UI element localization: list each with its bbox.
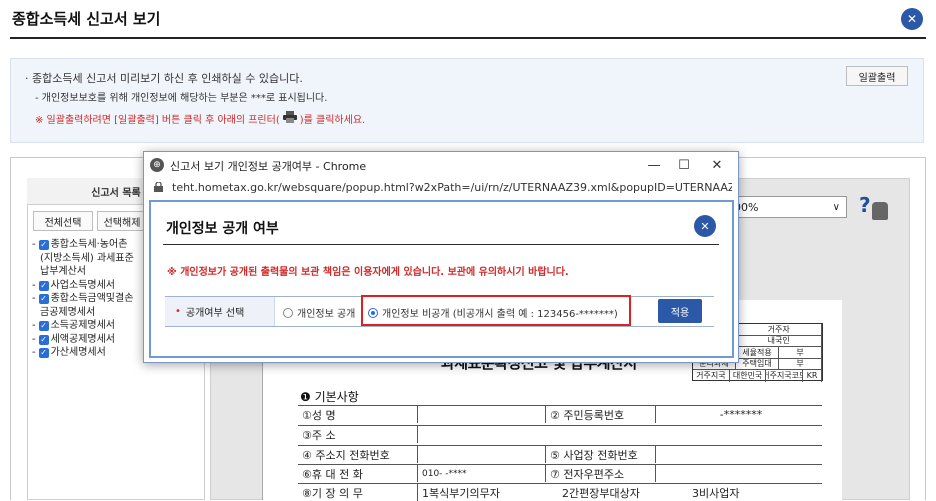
tree-item[interactable]: - ✓ 세액공제명세서 xyxy=(32,333,152,347)
form-label: ③주 소 xyxy=(298,426,418,443)
form-label: ⑧기 장 의 무 xyxy=(298,484,418,501)
form-row: ③주 소 xyxy=(298,425,822,443)
form-row: ⑥휴 대 전 화 010- -**** ⑦ 전자우편주소 xyxy=(298,464,822,482)
section-title: ❶ 기본사항 xyxy=(300,390,359,404)
popup-window-title: 신고서 보기 개인정보 공개여부 - Chrome xyxy=(170,160,367,173)
form-value xyxy=(418,406,546,423)
form-value xyxy=(418,426,822,443)
required-icon: • xyxy=(175,306,181,317)
close-icon[interactable]: ✕ xyxy=(901,8,923,30)
minimize-icon[interactable]: — xyxy=(644,155,664,175)
tree-item-continuation: 납부계산서 xyxy=(40,266,86,277)
maximize-icon[interactable]: ☐ xyxy=(674,155,694,175)
form-row: ⑧기 장 의 무 1복식부기의무자 2간편장부대상자 3비사업자 xyxy=(298,483,822,501)
header-divider xyxy=(10,37,926,39)
checkbox-icon[interactable]: ✓ xyxy=(38,240,49,250)
bulk-print-button[interactable]: 일괄출력 xyxy=(846,66,908,86)
tree-item[interactable]: - ✓ 가산세명세서 xyxy=(32,346,152,360)
tree-item-continuation: 금공제명세서 xyxy=(40,306,96,318)
form-value xyxy=(418,446,546,463)
url-text: teht.hometax.go.kr/websquare/popup.html?… xyxy=(172,181,732,194)
checkbox-icon[interactable]: ✓ xyxy=(38,334,49,345)
form-label: ⑥휴 대 전 화 xyxy=(298,465,418,482)
checkbox-icon[interactable]: ✓ xyxy=(38,280,49,291)
form-value: 3비사업자 xyxy=(692,486,740,500)
table-cell: 부 xyxy=(779,347,822,358)
form-value xyxy=(656,465,822,482)
form-value: 1복식부기의무자 xyxy=(422,486,500,500)
address-bar[interactable]: teht.hometax.go.kr/websquare/popup.html?… xyxy=(144,178,738,198)
tree-item[interactable]: - ✓ 소득공제명세서 xyxy=(32,319,152,333)
checkbox-icon[interactable]: ✓ xyxy=(38,294,49,304)
form-label: ④ 주소지 전화번호 xyxy=(298,446,418,463)
form-label: ①성 명 xyxy=(298,406,418,423)
table-cell: 내국인 xyxy=(736,335,822,346)
page-title: 종합소득세 신고서 보기 xyxy=(12,10,161,28)
deselect-button[interactable]: 선택해제 xyxy=(97,211,147,231)
form-value: -******* xyxy=(719,408,763,421)
info-text: · 종합소득세 신고서 미리보기 하신 후 인쇄하실 수 있습니다. xyxy=(25,72,303,85)
radio-public[interactable]: 개인정보 공개 xyxy=(283,305,355,320)
zoom-select[interactable]: 00% ∨ xyxy=(725,196,847,218)
select-all-button[interactable]: 전체선택 xyxy=(33,211,93,231)
table-cell: 거주자 xyxy=(736,324,822,335)
form-label: ② 주민등록번호 xyxy=(546,406,656,423)
form-label: ⑤ 사업장 전화번호 xyxy=(546,446,656,463)
form-row: ④ 주소지 전화번호 ⑤ 사업장 전화번호 xyxy=(298,445,822,463)
table-cell: 부 xyxy=(779,358,822,369)
table-cell: KR xyxy=(803,370,823,382)
close-icon[interactable]: ✕ xyxy=(707,155,727,175)
radio-icon[interactable] xyxy=(283,307,293,318)
checkbox-icon[interactable]: ✓ xyxy=(38,348,49,358)
apply-button[interactable]: 적용 xyxy=(658,299,702,323)
globe-icon: ⊕ xyxy=(150,158,164,172)
chevron-down-icon: ∨ xyxy=(832,201,840,213)
tree-item[interactable]: - ✓ 종합소득금액및결손 xyxy=(32,292,152,306)
person-icon xyxy=(872,202,888,220)
tree-item[interactable]: - ✓ 종합소득세·농어촌 xyxy=(32,238,152,252)
table-cell: 거주지국코드 xyxy=(766,370,804,382)
table-cell: 대한민국 xyxy=(730,370,767,382)
dialog-divider xyxy=(163,244,719,245)
form-label: ⑦ 전자우편주소 xyxy=(546,465,656,482)
table-cell: 거주지국 xyxy=(693,370,730,382)
print-instruction-after: )를 클릭하세요. xyxy=(299,115,366,126)
printer-icon xyxy=(282,111,297,126)
table-cell: 세율적용 xyxy=(736,347,779,358)
form-value xyxy=(656,446,822,463)
form-value: 2간편장부대상자 xyxy=(562,486,640,500)
tree-item-continuation: (지방소득세) 과세표준 xyxy=(40,252,134,264)
close-icon[interactable]: ✕ xyxy=(694,215,716,237)
privacy-note: - 개인정보보호를 위해 개인정보에 해당하는 부분은 ***로 표시됩니다. xyxy=(35,93,328,104)
lock-icon xyxy=(154,182,163,192)
popup-titlebar[interactable]: ⊕ 신고서 보기 개인정보 공개여부 - Chrome — ☐ ✕ xyxy=(144,152,738,178)
warning-text: ※ 개인정보가 공개된 출력물의 보관 책임은 이용자에게 있습니다. 보관에 … xyxy=(167,267,569,278)
selection-highlight xyxy=(361,295,631,326)
document-tree: - ✓ 종합소득세·농어촌 (지방소득세) 과세표준 납부계산서 - ✓ 사업소득명세서… xyxy=(32,238,152,360)
table-cell: 주택임대 xyxy=(736,358,779,369)
help-icon[interactable]: ? xyxy=(859,193,871,217)
form-value: 010- -**** xyxy=(418,465,546,482)
print-instruction-before: ※ 일괄출력하려면 [일괄출력] 버튼 클릭 후 아래의 프린터( xyxy=(35,115,280,126)
print-instruction: ※ 일괄출력하려면 [일괄출력] 버튼 클릭 후 아래의 프린터( )를 클릭하… xyxy=(35,111,365,126)
option-label: • 공개여부 선택 xyxy=(165,297,275,326)
dialog-title: 개인정보 공개 여부 xyxy=(166,221,279,237)
form-row: ①성 명 ② 주민등록번호 -******* xyxy=(298,405,822,423)
tree-item[interactable]: - ✓ 사업소득명세서 xyxy=(32,279,152,293)
checkbox-icon[interactable]: ✓ xyxy=(38,321,49,331)
